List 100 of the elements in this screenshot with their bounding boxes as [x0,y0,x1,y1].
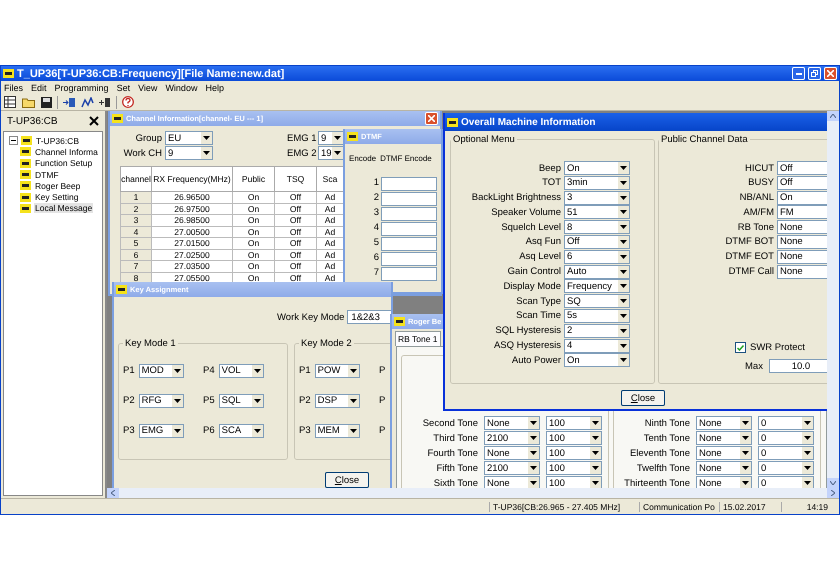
dropdown[interactable]: On [564,353,630,368]
close-button[interactable]: Close [621,390,665,406]
minimize-button[interactable] [792,67,805,80]
dropdown[interactable]: DSP [314,394,360,408]
dropdown[interactable]: 0 [758,431,814,445]
tree-item[interactable]: Local Message [34,203,94,214]
dropdown[interactable]: 9 [165,146,213,160]
dropdown[interactable]: None [777,250,827,264]
radio-write-icon[interactable] [99,96,111,108]
dropdown[interactable]: None [484,476,540,488]
input-field[interactable] [381,222,437,236]
input-field[interactable]: 1&2&3 [347,310,391,324]
dropdown[interactable]: None [777,264,827,279]
tab[interactable]: RB Tone 1 [395,331,441,346]
radio-read-icon[interactable] [62,96,76,108]
input-field[interactable] [381,177,437,191]
help-icon[interactable] [122,96,134,108]
dropdown[interactable]: MEM [314,424,360,438]
dropdown[interactable]: None [777,220,827,234]
dropdown[interactable]: None [696,431,752,445]
dropdown[interactable]: None [696,461,752,475]
table-icon[interactable] [4,96,16,108]
dropdown[interactable]: 6 [564,250,630,264]
input-field[interactable] [381,237,437,251]
menu-item[interactable]: Help [205,82,224,92]
tree-item[interactable]: Channel Informa [34,146,99,157]
dropdown[interactable]: 0 [758,461,814,475]
close-button[interactable] [425,112,438,125]
chart-icon[interactable] [80,96,94,108]
menu-item[interactable]: Edit [31,82,47,92]
dropdown[interactable]: 100 [546,461,602,475]
dropdown[interactable]: Frequency [564,279,630,294]
dropdown[interactable]: 3min [564,176,630,190]
dropdown[interactable]: On [564,161,630,175]
dropdown[interactable]: 2 [564,324,630,338]
dropdown[interactable]: SQL [218,394,264,408]
tree-item[interactable]: Roger Beep [34,180,82,191]
folder-icon[interactable] [22,96,34,108]
tree-item[interactable]: DTMF [34,170,60,180]
input-field[interactable] [381,252,437,266]
restore-button[interactable] [808,67,821,80]
dropdown[interactable]: EMG [138,424,184,438]
dropdown[interactable]: 0 [758,446,814,460]
dropdown[interactable]: 2100 [484,461,540,475]
dropdown[interactable]: None [696,476,752,488]
vertical-scrollbar[interactable] [827,111,839,488]
menu-item[interactable]: Set [116,82,130,92]
menu-item[interactable]: Files [4,82,24,92]
close-icon[interactable] [89,116,99,126]
dropdown[interactable]: MOD [138,364,184,378]
dropdown[interactable]: 100 [546,446,602,460]
dropdown[interactable]: Off [564,234,630,249]
dropdown[interactable]: FM [777,205,827,220]
tree-item[interactable]: Function Setup [34,158,94,168]
dropdown[interactable]: EU [165,131,213,145]
dropdown[interactable]: RFG [138,394,184,408]
dropdown[interactable]: 3 [564,190,630,205]
dropdown[interactable]: None [484,446,540,460]
dropdown[interactable]: 100 [546,476,602,488]
dropdown[interactable]: 9 [318,131,344,145]
collapse-icon[interactable] [9,136,18,146]
dropdown[interactable]: POW [314,364,360,378]
tree-item[interactable]: T-UP36:CB [35,136,80,146]
input-field[interactable] [381,192,437,206]
menu-item[interactable]: Programming [54,82,109,92]
scroll-down-button[interactable] [827,478,839,488]
close-button[interactable]: Close [325,472,369,488]
dropdown[interactable]: Auto [564,264,630,279]
dropdown[interactable]: 5s [564,308,630,323]
horizontal-scrollbar[interactable] [107,488,839,498]
dropdown[interactable]: None [696,416,752,430]
dropdown[interactable]: 0 [758,476,814,488]
dropdown[interactable]: 0 [758,416,814,430]
input-field[interactable] [381,267,437,281]
dropdown[interactable]: On [777,190,827,205]
tree-item[interactable]: Key Setting [34,192,80,202]
dropdown[interactable]: 8 [564,220,630,234]
dropdown[interactable]: 100 [546,416,602,430]
menu-item[interactable]: View [138,82,158,92]
scroll-up-button[interactable] [827,111,839,121]
close-button[interactable] [824,67,837,80]
dropdown[interactable]: SQ [564,294,630,308]
dropdown[interactable]: 4 [564,338,630,353]
dropdown[interactable]: 19 [318,146,344,160]
dropdown[interactable]: Off [777,176,827,190]
dropdown[interactable]: 2100 [484,431,540,445]
menu-item[interactable]: Window [165,82,198,92]
scroll-left-button[interactable] [107,488,119,498]
dropdown[interactable]: None [777,234,827,249]
scroll-right-button[interactable] [827,488,839,498]
dropdown[interactable]: 100 [546,431,602,445]
dropdown[interactable]: VOL [218,364,264,378]
dropdown[interactable]: Off [777,161,827,175]
input-field[interactable]: 10.0 [768,359,827,373]
dropdown[interactable]: SCA [218,424,264,438]
checkbox[interactable] [735,342,746,353]
dropdown[interactable]: None [484,416,540,430]
dropdown[interactable]: 51 [564,205,630,220]
dropdown[interactable]: None [696,446,752,460]
input-field[interactable] [381,207,437,221]
